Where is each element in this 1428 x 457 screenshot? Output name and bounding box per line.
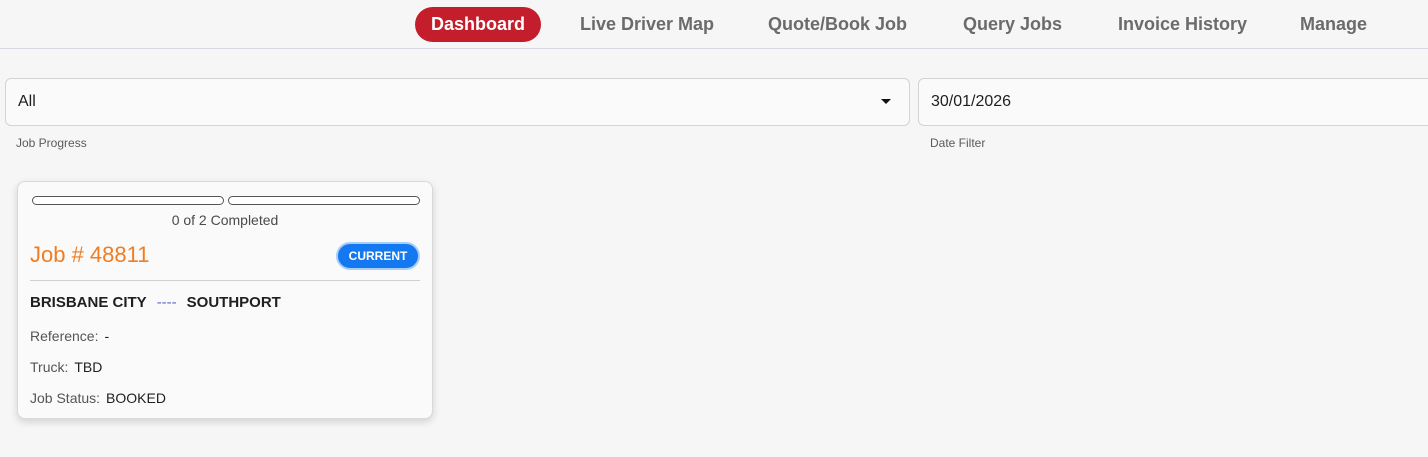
nav-dashboard[interactable]: Dashboard <box>415 7 542 42</box>
reference-row: Reference: - <box>30 328 109 344</box>
job-card[interactable]: 0 of 2 Completed Job # 48811 CURRENT BRI… <box>17 181 433 419</box>
reference-value: - <box>104 328 110 344</box>
nav-invoice-history[interactable]: Invoice History <box>1118 7 1247 42</box>
route-from: BRISBANE CITY <box>30 294 147 311</box>
job-progress-value: All <box>18 93 36 110</box>
truck-value: TBD <box>74 359 103 375</box>
status-badge: CURRENT <box>336 242 420 270</box>
top-navigation: Dashboard Live Driver Map Quote/Book Job… <box>0 0 1428 49</box>
truck-label: Truck: <box>30 359 69 375</box>
date-filter-label: Date Filter <box>930 136 986 150</box>
job-status-value: BOOKED <box>106 390 166 406</box>
date-filter-value: 30/01/2026 <box>931 93 1012 110</box>
job-status-row: Job Status: BOOKED <box>30 390 166 406</box>
nav-manage[interactable]: Manage <box>1300 7 1367 42</box>
job-route: BRISBANE CITY ---- SOUTHPORT <box>30 294 281 311</box>
job-status-label: Job Status: <box>30 390 101 406</box>
job-title: Job # 48811 <box>30 242 150 267</box>
reference-label: Reference: <box>30 328 99 344</box>
truck-row: Truck: TBD <box>30 359 102 375</box>
progress-segment-1 <box>32 196 224 205</box>
nav-quote-book-job[interactable]: Quote/Book Job <box>768 7 907 42</box>
job-progress-select[interactable]: All <box>5 78 910 126</box>
nav-query-jobs[interactable]: Query Jobs <box>963 7 1062 42</box>
progress-segment-2 <box>228 196 420 205</box>
progress-text: 0 of 2 Completed <box>171 212 279 228</box>
date-filter-input[interactable]: 30/01/2026 <box>918 78 1428 126</box>
divider <box>30 280 420 281</box>
job-progress-label: Job Progress <box>16 136 87 150</box>
nav-live-driver-map[interactable]: Live Driver Map <box>580 7 714 42</box>
chevron-down-icon <box>881 99 891 104</box>
route-to: SOUTHPORT <box>186 294 281 311</box>
route-separator: ---- <box>156 294 177 311</box>
